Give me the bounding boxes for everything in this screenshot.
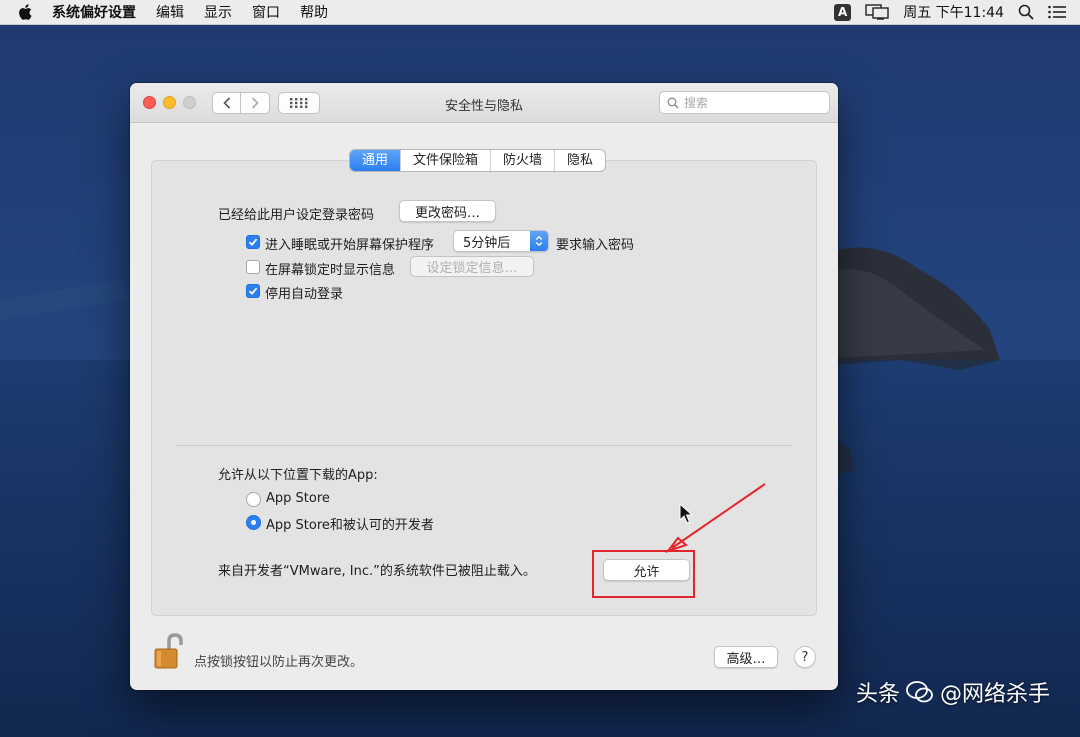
watermark-prefix: 头条 bbox=[856, 682, 901, 707]
tab-privacy[interactable]: 隐私 bbox=[555, 150, 605, 171]
annotation-arrow bbox=[665, 483, 766, 553]
watermark: 头条 @网络杀手 bbox=[856, 676, 1050, 708]
tab-firewall[interactable]: 防火墙 bbox=[491, 150, 556, 171]
tab-filevault[interactable]: 文件保险箱 bbox=[401, 150, 492, 171]
tab-general[interactable]: 通用 bbox=[350, 150, 402, 171]
watermark-handle: @网络杀手 bbox=[940, 682, 1051, 707]
tab-bar: 通用 文件保险箱 防火墙 隐私 bbox=[350, 150, 606, 171]
wechat-icon bbox=[906, 681, 933, 703]
mouse-cursor-icon bbox=[679, 503, 693, 524]
